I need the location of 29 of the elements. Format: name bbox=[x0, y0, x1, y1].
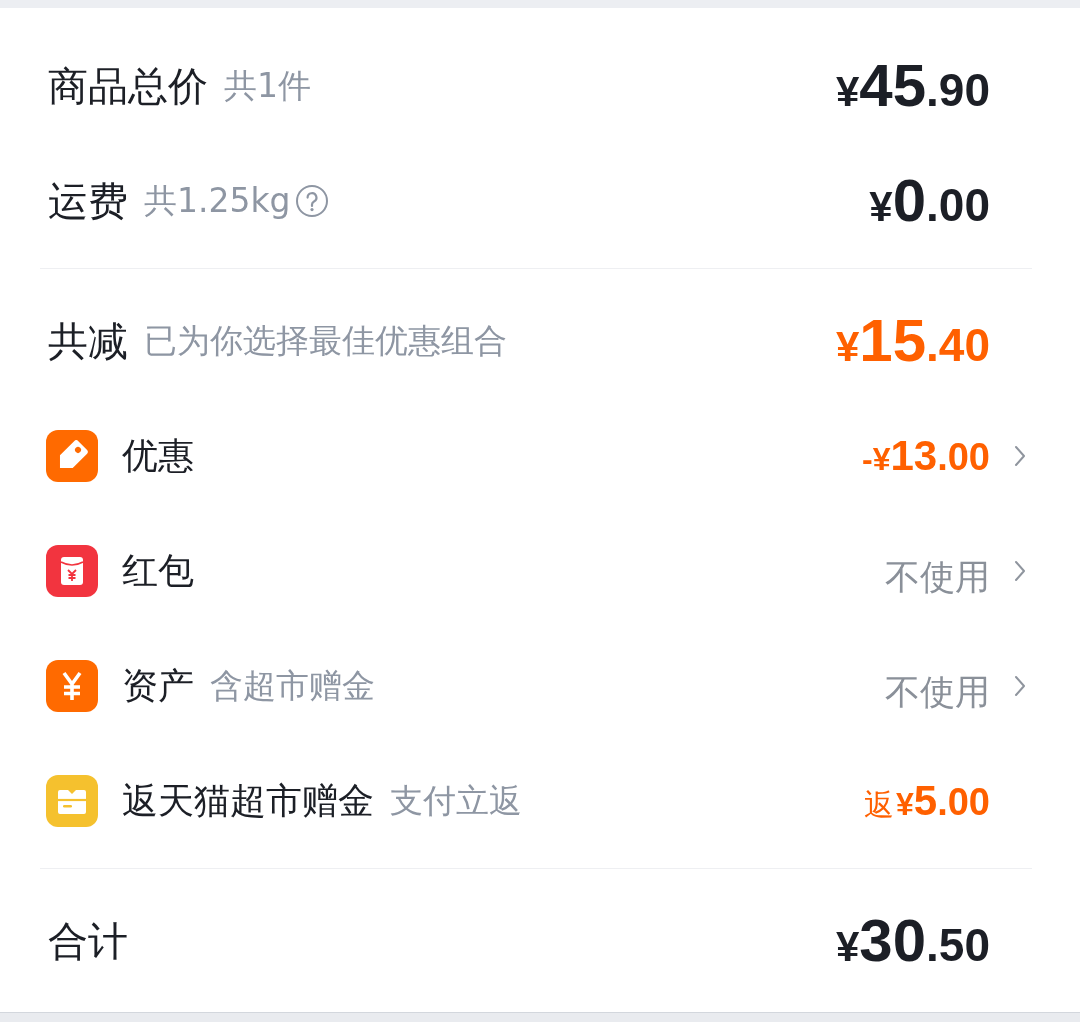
savings-note: 已为你选择最佳优惠组合 bbox=[144, 320, 507, 361]
option-amount[interactable]: -¥13.00 bbox=[862, 434, 990, 477]
help-icon[interactable] bbox=[294, 183, 329, 218]
option-label: 红包 bbox=[122, 548, 194, 593]
option-note: 支付立返 bbox=[390, 780, 522, 821]
option-note: 含超市赠金 bbox=[210, 665, 375, 706]
price-amount: ¥0.00 bbox=[869, 170, 990, 231]
option-amount: 返¥5.00 bbox=[864, 779, 990, 822]
savings-amount: ¥15.40 bbox=[835, 310, 990, 371]
option-value[interactable]: 不使用 bbox=[885, 658, 990, 713]
wallet-icon bbox=[46, 774, 98, 827]
yen-icon bbox=[46, 659, 98, 712]
total-label: 合计 bbox=[47, 916, 128, 965]
option-label: 优惠 bbox=[122, 433, 194, 478]
tag-icon bbox=[46, 429, 98, 482]
chevron-icon[interactable] bbox=[1014, 559, 1026, 582]
summary-label: 运费 bbox=[47, 176, 128, 225]
summary-label: 商品总价 bbox=[47, 61, 208, 110]
option-value[interactable]: 不使用 bbox=[885, 543, 990, 598]
total-amount: ¥30.50 bbox=[835, 910, 990, 971]
option-label: 返天猫超市赠金 bbox=[122, 778, 374, 823]
summary-note: 共1件 bbox=[224, 65, 311, 106]
price-amount: ¥45.90 bbox=[835, 55, 990, 116]
chevron-icon[interactable] bbox=[1014, 674, 1026, 697]
envelope-icon bbox=[46, 544, 98, 597]
savings-label: 共减 bbox=[47, 316, 128, 365]
summary-note: 共1.25kg bbox=[144, 180, 291, 221]
chevron-icon[interactable] bbox=[1014, 444, 1026, 467]
option-label: 资产 bbox=[122, 663, 194, 708]
